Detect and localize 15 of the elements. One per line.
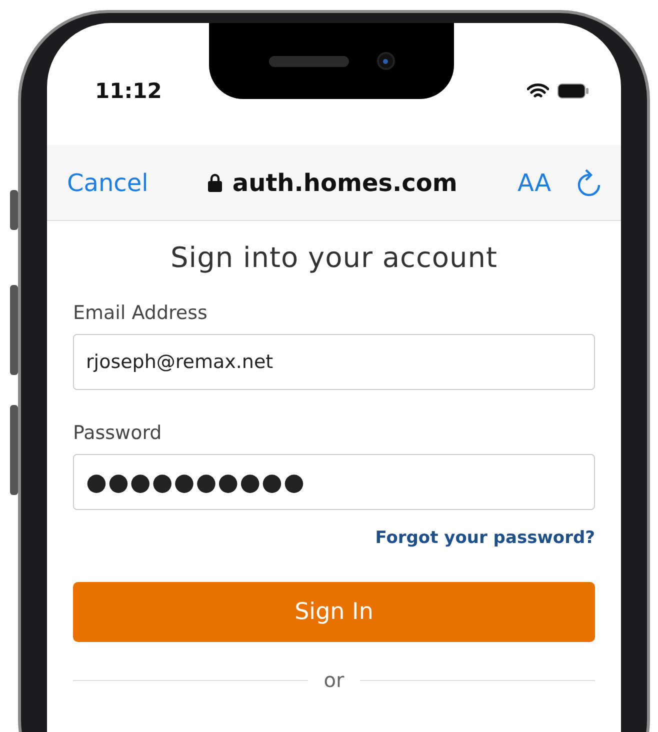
status-time: 11:12 [95, 79, 162, 103]
field-label: Email Address [73, 302, 208, 324]
reload-icon[interactable] [577, 168, 601, 196]
battery-icon [557, 83, 589, 99]
password-field[interactable]: ●●●●●●●●●● [73, 454, 595, 510]
forgot-password-link[interactable]: Forgot your password? [375, 528, 595, 548]
email-field[interactable]: rjoseph@remax.net [73, 334, 595, 390]
url-text: auth.homes.com [232, 168, 458, 196]
text-size-button[interactable]: AA [517, 168, 551, 196]
cancel-link[interactable]: Cancel [67, 168, 148, 196]
wifi-icon [527, 83, 549, 99]
lock-icon [208, 173, 222, 192]
page-title: Sign into your account [170, 241, 498, 274]
divider-text: or [324, 668, 344, 692]
field-label: Password [73, 422, 163, 444]
